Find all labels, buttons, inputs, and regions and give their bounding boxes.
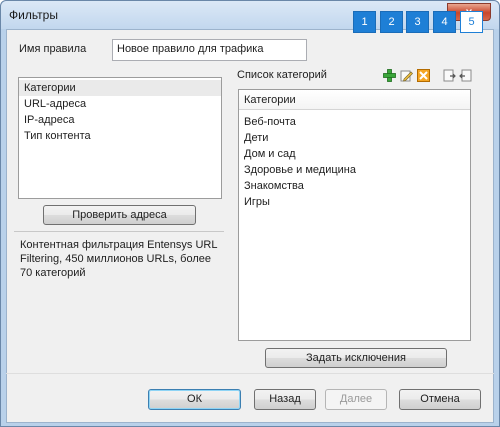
list-item-ips[interactable]: IP-адреса — [19, 112, 221, 128]
delete-icon[interactable] — [417, 69, 430, 82]
list-item-content-type[interactable]: Тип контента — [19, 128, 221, 144]
rule-name-input[interactable]: Новое правило для трафика — [112, 39, 307, 61]
category-list-label: Список категорий — [237, 69, 327, 81]
export-icon[interactable] — [459, 69, 472, 82]
category-list[interactable]: Категории Веб-почта Дети Дом и сад Здоро… — [238, 89, 471, 341]
step-3-button[interactable]: 3 — [406, 11, 429, 33]
category-list-header[interactable]: Категории — [239, 90, 470, 110]
filter-type-list[interactable]: Категории URL-адреса IP-адреса Тип конте… — [18, 77, 222, 199]
cancel-button[interactable]: Отмена — [399, 389, 481, 410]
next-button[interactable]: Далее — [325, 389, 387, 410]
list-item-categories[interactable]: Категории — [19, 80, 221, 96]
add-icon[interactable] — [383, 69, 396, 82]
list-item[interactable]: Дом и сад — [239, 146, 470, 162]
info-text: Контентная фильтрация Entensys URL Filte… — [20, 239, 218, 279]
list-item[interactable]: Веб-почта — [239, 114, 470, 130]
check-addresses-button[interactable]: Проверить адреса — [43, 205, 196, 225]
step-4-button[interactable]: 4 — [433, 11, 456, 33]
list-item[interactable]: Знакомства — [239, 178, 470, 194]
list-item[interactable]: Игры — [239, 194, 470, 210]
info-panel: Контентная фильтрация Entensys URL Filte… — [14, 231, 224, 343]
ok-button[interactable]: ОК — [148, 389, 241, 410]
step-2-button[interactable]: 2 — [380, 11, 403, 33]
list-item-urls[interactable]: URL-адреса — [19, 96, 221, 112]
back-button[interactable]: Назад — [254, 389, 316, 410]
window-title: Фильтры — [9, 8, 58, 22]
list-item[interactable]: Здоровье и медицина — [239, 162, 470, 178]
set-exceptions-button[interactable]: Задать исключения — [265, 348, 447, 368]
edit-icon[interactable] — [400, 69, 413, 82]
rule-name-label: Имя правила — [19, 43, 87, 55]
step-5-button[interactable]: 5 — [460, 11, 483, 33]
footer-divider — [6, 373, 494, 374]
list-item[interactable]: Дети — [239, 130, 470, 146]
import-icon[interactable] — [443, 69, 456, 82]
filters-window: Фильтры x Имя правила Новое правило для … — [0, 0, 500, 427]
step-1-button[interactable]: 1 — [353, 11, 376, 33]
